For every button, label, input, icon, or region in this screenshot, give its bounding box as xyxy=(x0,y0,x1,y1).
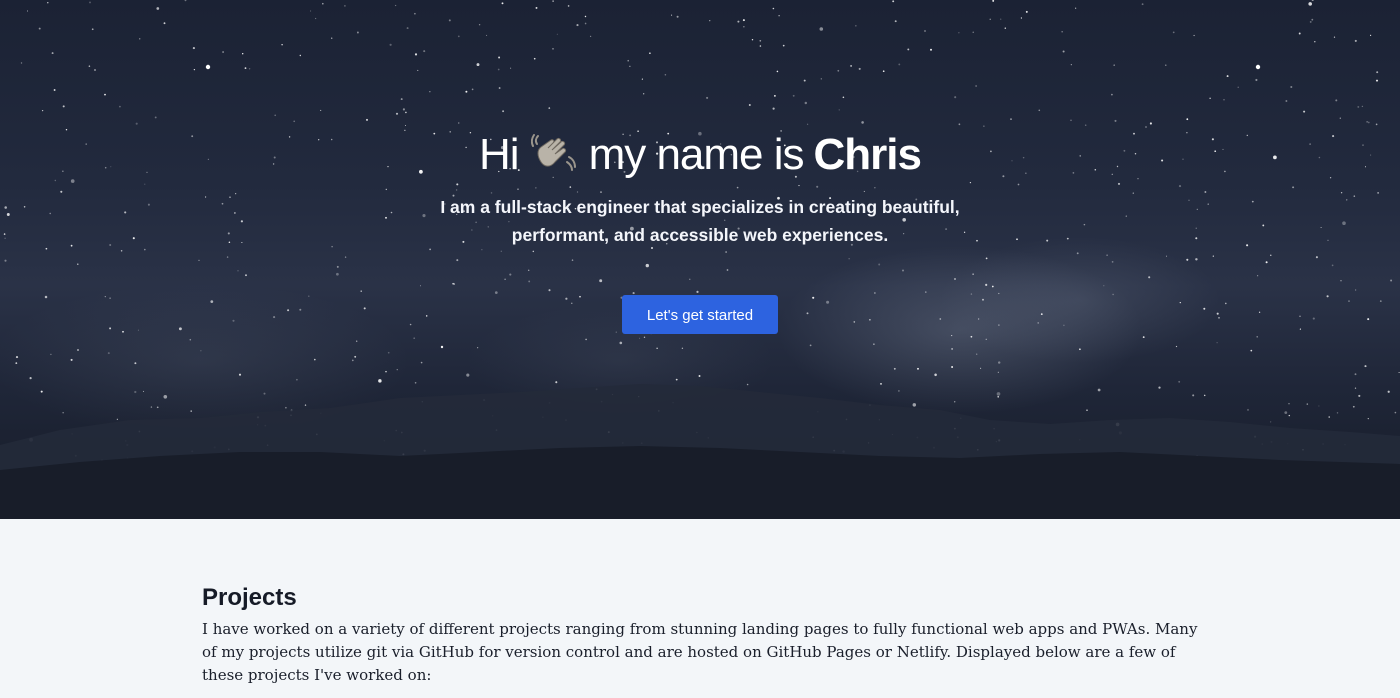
hero-section: Hi my name is Chris I am a full-stack en… xyxy=(0,0,1400,519)
headline-name: Chris xyxy=(813,130,922,179)
headline-middle: my name is xyxy=(588,130,805,179)
hero-content: Hi my name is Chris I am a full-stack en… xyxy=(0,125,1400,334)
projects-section: Projects I have worked on a variety of d… xyxy=(0,519,1400,698)
projects-title: Projects xyxy=(202,584,297,611)
projects-description: I have worked on a variety of different … xyxy=(202,620,1198,684)
hero-subtitle: I am a full-stack engineer that speciali… xyxy=(440,197,960,245)
waving-hand-icon xyxy=(530,132,577,178)
projects-content: Projects I have worked on a variety of d… xyxy=(202,583,1202,687)
get-started-button[interactable]: Let's get started xyxy=(622,295,778,334)
hero-headline: Hi my name is Chris xyxy=(0,125,1400,185)
headline-greeting: Hi xyxy=(479,130,520,179)
